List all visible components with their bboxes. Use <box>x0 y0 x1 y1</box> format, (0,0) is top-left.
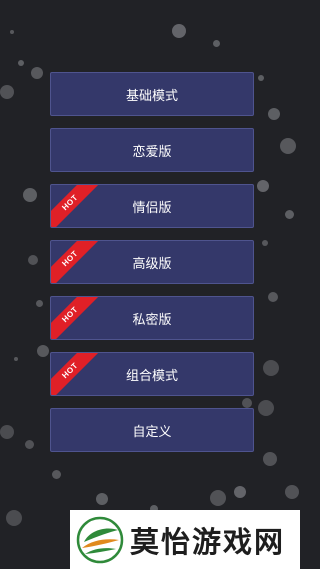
bokeh-dot <box>285 485 299 499</box>
bokeh-dot <box>263 452 277 466</box>
hot-ribbon: HOT <box>51 185 105 227</box>
hot-ribbon: HOT <box>51 297 105 339</box>
mode-menu: 基础模式 恋爱版 HOT 情侣版 HOT 高级版 HOT 私密版 HOT 组合模… <box>50 72 254 464</box>
mode-button-label: 高级版 <box>132 256 172 272</box>
bokeh-dot <box>210 490 226 506</box>
mode-button-label: 组合模式 <box>125 368 178 384</box>
mode-button-advanced[interactable]: HOT 高级版 <box>50 240 254 284</box>
bokeh-dot <box>25 440 34 449</box>
hot-ribbon: HOT <box>51 353 105 395</box>
bokeh-dot <box>10 30 14 34</box>
bokeh-dot <box>31 67 43 79</box>
bokeh-dot <box>36 300 43 307</box>
mode-button-custom[interactable]: 自定义 <box>50 408 254 452</box>
bokeh-dot <box>213 40 220 47</box>
hot-ribbon: HOT <box>51 241 105 283</box>
bokeh-dot <box>37 345 49 357</box>
bokeh-dot <box>234 486 246 498</box>
bokeh-dot <box>268 292 278 302</box>
bokeh-dot <box>28 255 38 265</box>
bokeh-dot <box>262 240 268 246</box>
mode-button-label: 基础模式 <box>125 88 178 104</box>
site-watermark: 莫怡游戏网 <box>70 510 300 569</box>
mode-button-label: 恋爱版 <box>132 144 172 160</box>
bokeh-dot <box>0 425 14 439</box>
mode-button-label: 私密版 <box>132 312 172 328</box>
bokeh-dot <box>258 400 274 416</box>
mode-button-love[interactable]: 恋爱版 <box>50 128 254 172</box>
bokeh-dot <box>52 470 61 479</box>
bokeh-dot <box>6 510 22 526</box>
bokeh-dot <box>172 24 186 38</box>
mode-button-basic[interactable]: 基础模式 <box>50 72 254 116</box>
bokeh-dot <box>258 75 264 81</box>
bokeh-dot <box>18 60 24 66</box>
bokeh-dot <box>96 493 108 505</box>
mode-button-label: 自定义 <box>132 424 172 440</box>
watermark-text: 莫怡游戏网 <box>130 524 286 559</box>
bokeh-dot <box>263 360 279 376</box>
mode-button-combo[interactable]: HOT 组合模式 <box>50 352 254 396</box>
leaf-logo-icon <box>76 516 124 563</box>
mode-button-label: 情侣版 <box>132 200 172 216</box>
bokeh-dot <box>14 357 18 361</box>
bokeh-dot <box>285 210 294 219</box>
mode-button-private[interactable]: HOT 私密版 <box>50 296 254 340</box>
bokeh-dot <box>280 138 296 154</box>
bokeh-dot <box>257 180 269 192</box>
bokeh-dot <box>0 85 14 99</box>
bokeh-dot <box>268 108 280 120</box>
mode-button-couple[interactable]: HOT 情侣版 <box>50 184 254 228</box>
bokeh-dot <box>23 188 37 202</box>
